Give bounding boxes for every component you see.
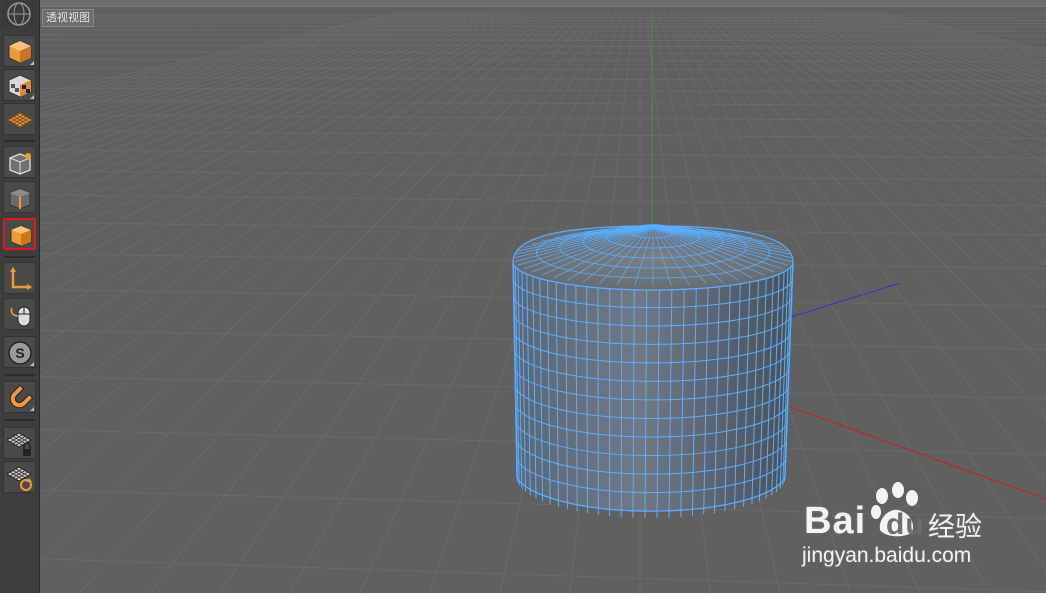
cinema4d-logo-icon[interactable] xyxy=(2,1,36,27)
cylinder-segment xyxy=(620,289,623,517)
watermark-brand-suffix: du xyxy=(886,508,925,541)
watermark-product: 经验 xyxy=(928,512,982,543)
viewport-top-bar xyxy=(40,0,1046,7)
grid-refresh-icon xyxy=(7,466,32,491)
grid-line xyxy=(40,22,1046,24)
cube-points-icon xyxy=(9,153,31,175)
tool-solo-mode[interactable]: S xyxy=(3,336,36,368)
tool-texture-mode[interactable] xyxy=(3,69,36,101)
viewport-view-label[interactable]: 透视视图 xyxy=(42,9,94,27)
tool-model-mode[interactable] xyxy=(3,35,36,67)
tool-points-mode[interactable] xyxy=(3,146,36,178)
grid-lock-icon xyxy=(7,432,32,456)
orange-grid-icon xyxy=(7,112,33,128)
watermark-brand: Bai xyxy=(804,500,867,542)
baidu-jingyan-watermark: Bai du 经验 jingyan.baidu.com xyxy=(800,482,1000,572)
mouse-icon xyxy=(10,306,31,327)
tool-axis-mode[interactable] xyxy=(3,262,36,294)
cube-polygons-icon xyxy=(10,225,32,247)
tool-edges-mode[interactable] xyxy=(3,181,36,213)
svg-text:S: S xyxy=(15,345,24,361)
watermark-url: jingyan.baidu.com xyxy=(802,544,972,567)
tool-align-workplane[interactable] xyxy=(3,461,36,493)
tool-tweak-mode[interactable] xyxy=(3,298,36,330)
tool-lock-workplane[interactable] xyxy=(3,427,36,459)
tool-polygons-mode[interactable] xyxy=(3,218,36,250)
tool-snap-mode[interactable] xyxy=(3,381,36,413)
axis-icon xyxy=(10,267,32,290)
tool-workplane-mode[interactable] xyxy=(3,103,36,135)
cube-edges-icon xyxy=(9,188,31,210)
left-toolbar: S xyxy=(0,0,40,593)
cylinder-object[interactable] xyxy=(512,224,794,518)
